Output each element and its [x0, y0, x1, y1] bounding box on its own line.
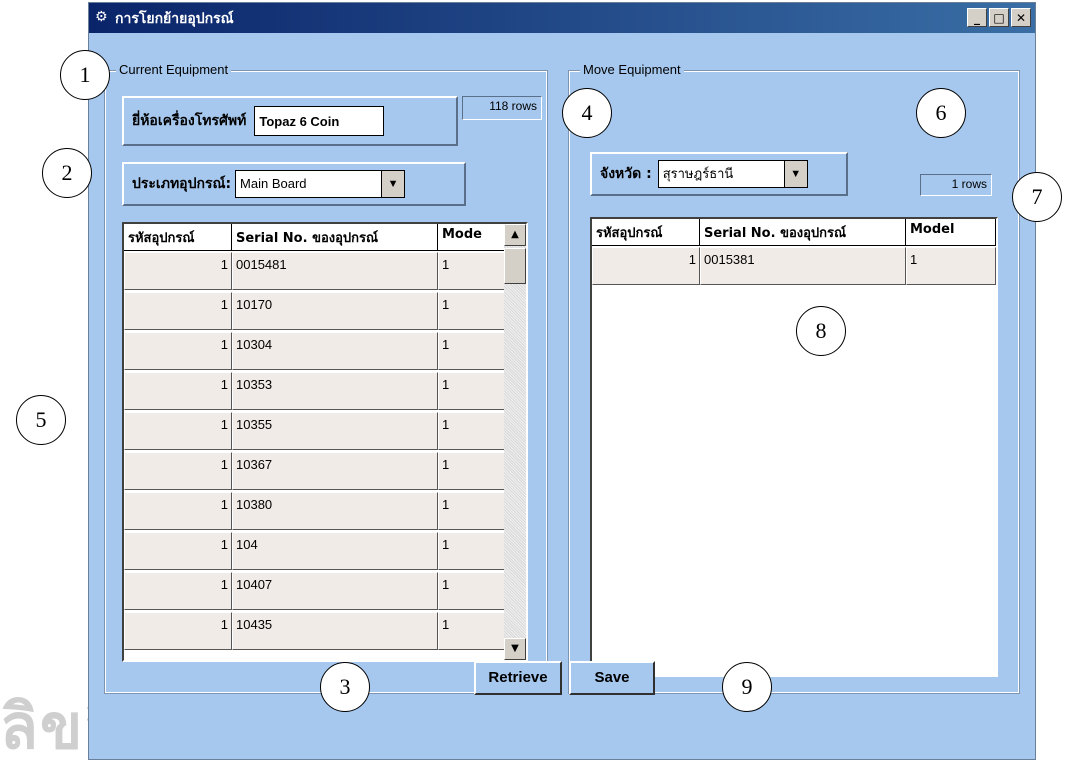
scroll-up-icon[interactable]: ▲	[504, 224, 526, 246]
cell-id[interactable]: 1	[124, 412, 232, 450]
column-header-id[interactable]: รหัสอุปกรณ์	[592, 219, 700, 245]
cell-serial[interactable]: 0015381	[700, 247, 906, 285]
window-title: การโยกย้ายอุปกรณ์	[115, 11, 234, 27]
close-button[interactable]: ✕	[1011, 8, 1031, 27]
cell-serial[interactable]: 10407	[232, 572, 438, 610]
callout-5: 5	[16, 395, 66, 445]
cell-model[interactable]: 1	[438, 252, 506, 290]
move-grid-body: 1 0015381 1	[592, 246, 996, 286]
cell-id[interactable]: 1	[124, 292, 232, 330]
province-label: จังหวัด :	[600, 166, 652, 182]
table-row[interactable]: 1 10407 1	[124, 571, 526, 611]
table-row[interactable]: 1 10304 1	[124, 331, 526, 371]
current-grid-header: รหัสอุปกรณ์ Serial No. ของอุปกรณ์ Mode	[124, 224, 526, 251]
cell-id[interactable]: 1	[124, 252, 232, 290]
minimize-button[interactable]: _	[967, 8, 987, 27]
table-row[interactable]: 1 10367 1	[124, 451, 526, 491]
province-dropdown[interactable]: สุราษฎร์ธานี ▼	[657, 160, 808, 188]
scroll-thumb[interactable]	[504, 248, 526, 284]
cell-id[interactable]: 1	[124, 452, 232, 490]
move-grid-header: รหัสอุปกรณ์ Serial No. ของอุปกรณ์ Model	[592, 219, 996, 246]
type-dropdown-value: Main Board	[240, 176, 307, 191]
callout-9: 9	[722, 662, 772, 712]
cell-model[interactable]: 1	[438, 292, 506, 330]
table-row[interactable]: 1 0015381 1	[592, 246, 996, 286]
cell-id[interactable]: 1	[124, 612, 232, 650]
cell-model[interactable]: 1	[438, 372, 506, 410]
cell-serial[interactable]: 104	[232, 532, 438, 570]
table-row[interactable]: 1 104 1	[124, 531, 526, 571]
type-label: ประเภทอุปกรณ์:	[132, 176, 232, 192]
type-label-box: ประเภทอุปกรณ์: Main Board ▼	[122, 162, 466, 206]
title-bar[interactable]: ⚙ การโยกย้ายอุปกรณ์ _ □ ✕	[89, 3, 1035, 33]
cell-id[interactable]: 1	[124, 532, 232, 570]
brand-label: ยี่ห้อเครื่องโทรศัพท์	[132, 113, 247, 129]
cell-model[interactable]: 1	[438, 612, 506, 650]
chevron-down-icon[interactable]: ▼	[381, 171, 405, 197]
province-dropdown-value: สุราษฎร์ธานี	[662, 166, 734, 181]
cell-model[interactable]: 1	[438, 572, 506, 610]
move-rows-count: 1 rows	[920, 174, 992, 196]
brand-label-box: ยี่ห้อเครื่องโทรศัพท์ Topaz 6 Coin	[122, 96, 458, 146]
current-rows-count: 118 rows	[462, 96, 542, 120]
current-equipment-title: Current Equipment	[116, 62, 232, 77]
cell-model[interactable]: 1	[438, 532, 506, 570]
callout-7: 7	[1012, 172, 1062, 222]
current-equipment-grid[interactable]: รหัสอุปกรณ์ Serial No. ของอุปกรณ์ Mode 1…	[122, 222, 528, 662]
callout-6: 6	[916, 88, 966, 138]
cell-model[interactable]: 1	[438, 492, 506, 530]
save-button[interactable]: Save	[569, 661, 655, 695]
column-header-id[interactable]: รหัสอุปกรณ์	[124, 224, 232, 250]
cell-id[interactable]: 1	[124, 332, 232, 370]
type-dropdown[interactable]: Main Board ▼	[235, 170, 406, 198]
app-icon: ⚙	[95, 9, 108, 25]
table-row[interactable]: 1 0015481 1	[124, 251, 526, 291]
retrieve-button[interactable]: Retrieve	[474, 661, 562, 695]
table-row[interactable]: 1 10435 1	[124, 611, 526, 651]
vertical-scrollbar[interactable]: ▲ ▼	[504, 224, 526, 660]
cell-id[interactable]: 1	[592, 247, 700, 285]
callout-4: 4	[562, 88, 612, 138]
callout-1: 1	[60, 50, 110, 100]
table-row[interactable]: 1 10380 1	[124, 491, 526, 531]
cell-model[interactable]: 1	[438, 412, 506, 450]
callout-2: 2	[42, 148, 92, 198]
cell-id[interactable]: 1	[124, 492, 232, 530]
move-equipment-title: Move Equipment	[580, 62, 684, 77]
cell-model[interactable]: 1	[906, 247, 996, 285]
chevron-down-icon[interactable]: ▼	[783, 161, 807, 187]
cell-serial[interactable]: 10304	[232, 332, 438, 370]
cell-serial[interactable]: 10353	[232, 372, 438, 410]
cell-model[interactable]: 1	[438, 332, 506, 370]
table-row[interactable]: 1 10355 1	[124, 411, 526, 451]
current-grid-body: 1 0015481 1 1 10170 1 1 10304 1 1 10353 1 1 10355 1 1 10…	[124, 251, 526, 651]
column-header-serial[interactable]: Serial No. ของอุปกรณ์	[700, 219, 906, 245]
brand-input[interactable]: Topaz 6 Coin	[254, 106, 385, 136]
cell-serial[interactable]: 0015481	[232, 252, 438, 290]
maximize-button[interactable]: □	[989, 8, 1009, 27]
table-row[interactable]: 1 10353 1	[124, 371, 526, 411]
cell-model[interactable]: 1	[438, 452, 506, 490]
cell-serial[interactable]: 10380	[232, 492, 438, 530]
current-equipment-group: Current Equipment ยี่ห้อเครื่องโทรศัพท์ …	[104, 62, 548, 694]
cell-serial[interactable]: 10367	[232, 452, 438, 490]
callout-8: 8	[796, 306, 846, 356]
cell-serial[interactable]: 10355	[232, 412, 438, 450]
scroll-down-icon[interactable]: ▼	[504, 638, 526, 660]
column-header-model[interactable]: Mode	[438, 224, 506, 250]
table-row[interactable]: 1 10170 1	[124, 291, 526, 331]
move-equipment-grid[interactable]: รหัสอุปกรณ์ Serial No. ของอุปกรณ์ Model …	[590, 217, 998, 677]
cell-id[interactable]: 1	[124, 372, 232, 410]
cell-serial[interactable]: 10170	[232, 292, 438, 330]
callout-3: 3	[320, 662, 370, 712]
province-label-box: จังหวัด : สุราษฎร์ธานี ▼	[590, 152, 848, 196]
cell-id[interactable]: 1	[124, 572, 232, 610]
column-header-serial[interactable]: Serial No. ของอุปกรณ์	[232, 224, 438, 250]
column-header-model[interactable]: Model	[906, 219, 996, 245]
cell-serial[interactable]: 10435	[232, 612, 438, 650]
move-equipment-group: Move Equipment จังหวัด : สุราษฎร์ธานี ▼ …	[568, 62, 1020, 694]
